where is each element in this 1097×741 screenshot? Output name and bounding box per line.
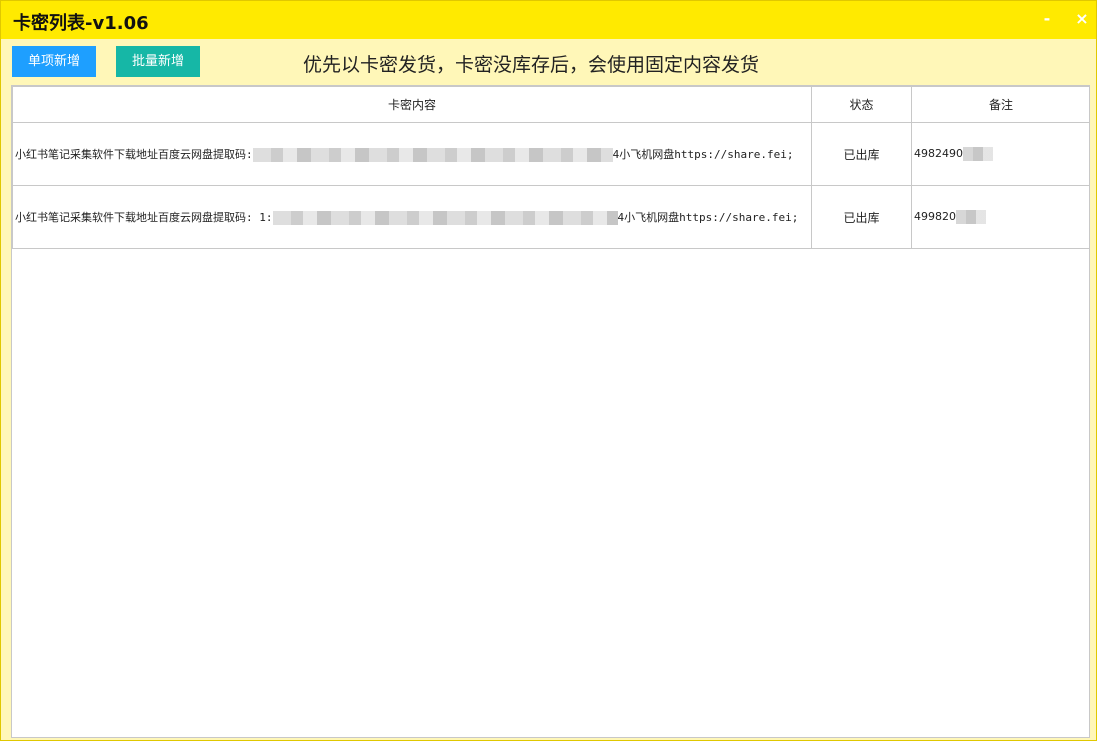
card-list-window: 卡密列表-v1.06 - × 单项新增 批量新增 优先以卡密发货，卡密没库存后，… — [0, 0, 1097, 741]
title-bar[interactable]: 卡密列表-v1.06 - × — [1, 1, 1096, 39]
redacted-note — [963, 147, 993, 161]
note-cell: 499820 — [911, 185, 1089, 249]
card-content-prefix: 小红书笔记采集软件下载地址百度云网盘提取码: 1: — [15, 211, 273, 224]
card-table: 卡密内容 状态 备注 小红书笔记采集软件下载地址百度云网盘提取码: 4小飞机网盘h… — [12, 86, 1089, 249]
card-content-prefix: 小红书笔记采集软件下载地址百度云网盘提取码: — [15, 148, 253, 161]
window-title: 卡密列表-v1.06 — [13, 13, 149, 34]
card-content-cell[interactable]: 小红书笔记采集软件下载地址百度云网盘提取码: 1: 4小飞机网盘https://s… — [12, 185, 812, 249]
single-add-button[interactable]: 单项新增 — [12, 46, 96, 77]
card-content-suffix: 4小飞机网盘https://share.fei; — [617, 211, 799, 224]
minimize-icon[interactable]: - — [1037, 9, 1057, 29]
card-table-container[interactable]: 卡密内容 状态 备注 小红书笔记采集软件下载地址百度云网盘提取码: 4小飞机网盘h… — [11, 85, 1090, 738]
close-icon[interactable]: × — [1072, 9, 1092, 29]
status-cell: 已出库 — [811, 122, 912, 186]
table-header-row: 卡密内容 状态 备注 — [12, 86, 1089, 123]
batch-add-button[interactable]: 批量新增 — [116, 46, 200, 77]
note-text: 499820 — [914, 210, 956, 223]
table-row[interactable]: 小红书笔记采集软件下载地址百度云网盘提取码: 4小飞机网盘https://shar… — [12, 122, 1089, 186]
table-row[interactable]: 小红书笔记采集软件下载地址百度云网盘提取码: 1: 4小飞机网盘https://s… — [12, 185, 1089, 249]
redacted-content — [252, 148, 613, 162]
delivery-notice: 优先以卡密发货，卡密没库存后，会使用固定内容发货 — [303, 54, 760, 76]
redacted-note — [956, 210, 986, 224]
redacted-content — [272, 211, 618, 225]
status-cell: 已出库 — [811, 185, 912, 249]
card-content-suffix: 4小飞机网盘https://share.fei; — [612, 148, 794, 161]
column-header-content[interactable]: 卡密内容 — [12, 86, 812, 123]
card-content-cell[interactable]: 小红书笔记采集软件下载地址百度云网盘提取码: 4小飞机网盘https://shar… — [12, 122, 812, 186]
column-header-status[interactable]: 状态 — [811, 86, 912, 123]
column-header-note[interactable]: 备注 — [911, 86, 1089, 123]
note-text: 4982490 — [914, 147, 963, 160]
note-cell: 4982490 — [911, 122, 1089, 186]
